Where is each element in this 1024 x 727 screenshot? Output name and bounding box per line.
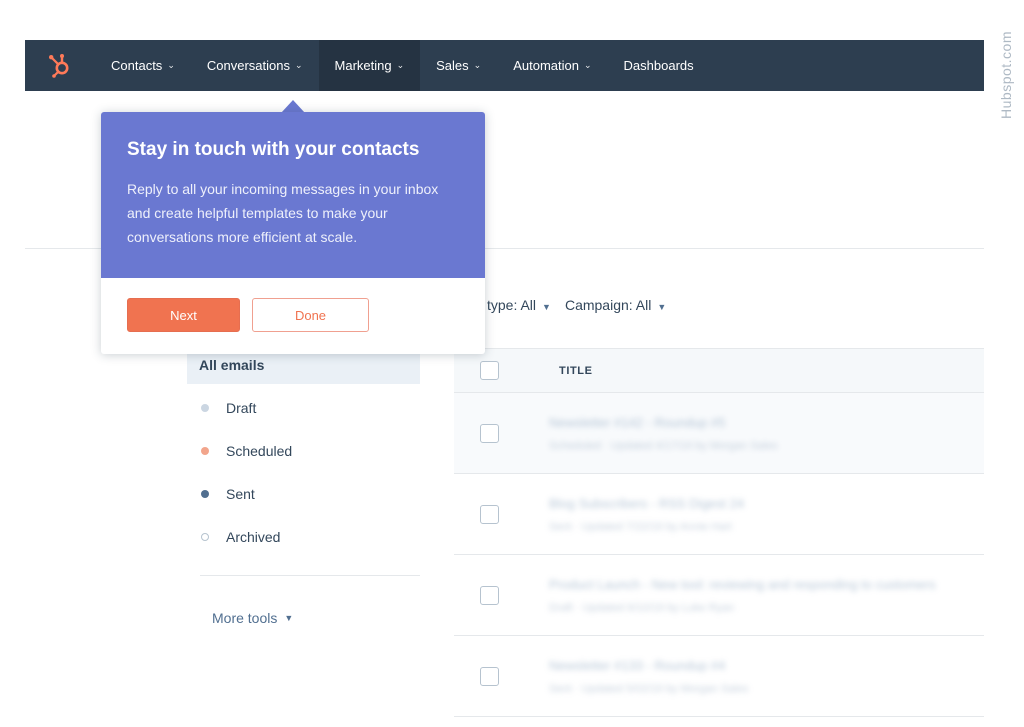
- app-window: Contacts ⌄ Conversations ⌄ Marketing ⌄ S…: [0, 0, 1024, 727]
- row-checkbox[interactable]: [480, 585, 499, 605]
- campaign-filter[interactable]: Campaign: All ▼: [565, 297, 666, 313]
- caret-down-icon: ▼: [284, 613, 294, 623]
- sidebar-divider: [200, 575, 420, 576]
- nav-marketing-label: Marketing: [334, 58, 392, 73]
- popover-actions: Next Done: [101, 278, 485, 332]
- row-title: Blog Subscribers - RSS Digest 24: [549, 495, 745, 511]
- sidebar-item-label: Sent: [226, 485, 255, 502]
- row-title: Newsletter #142 - Roundup #5: [549, 414, 726, 430]
- row-checkbox[interactable]: [480, 423, 499, 443]
- row-meta: Draft · Updated 6/10/19 by Luke Ryan: [549, 601, 735, 614]
- more-tools-label: More tools: [212, 610, 278, 626]
- hubspot-logo[interactable]: [25, 40, 95, 91]
- status-list: Draft Scheduled Sent Archived: [187, 386, 420, 558]
- row-meta: Sent · Updated 5/02/19 by Morgan Sales: [549, 682, 749, 695]
- email-status-sidebar: All emails Draft Scheduled Sent Archived…: [187, 346, 420, 626]
- next-button[interactable]: Next: [127, 298, 240, 332]
- nav-automation[interactable]: Automation ⌄: [497, 40, 607, 91]
- sidebar-item-scheduled[interactable]: Scheduled: [187, 429, 420, 472]
- status-dot-icon: [201, 532, 209, 541]
- select-all-checkbox[interactable]: [480, 361, 499, 380]
- chevron-down-icon: ⌄: [396, 60, 405, 70]
- nav-automation-label: Automation: [513, 58, 579, 73]
- row-content: Blog Subscribers - RSS Digest 24 Sent · …: [549, 496, 744, 533]
- chevron-down-icon: ⌄: [473, 60, 482, 70]
- sidebar-item-label: Draft: [226, 399, 257, 416]
- status-dot-icon: [201, 446, 209, 455]
- sidebar-item-label: Scheduled: [226, 442, 293, 459]
- popover-title: Stay in touch with your contacts: [127, 139, 420, 160]
- nav-sales[interactable]: Sales ⌄: [420, 40, 497, 91]
- nav-contacts[interactable]: Contacts ⌄: [95, 40, 191, 91]
- popover-header: Stay in touch with your contacts Reply t…: [101, 112, 485, 278]
- email-table: TITLE Newsletter #142 - Roundup #5 Sched…: [454, 348, 984, 717]
- filter-bar: l type: All ▼ Campaign: All ▼: [480, 297, 666, 313]
- sidebar-item-sent[interactable]: Sent: [187, 472, 420, 515]
- campaign-filter-label: Campaign: All: [564, 297, 652, 313]
- hubspot-sprocket-icon: [49, 53, 69, 78]
- chevron-down-icon: ⌄: [294, 60, 303, 70]
- done-button[interactable]: Done: [252, 298, 369, 332]
- row-meta: Scheduled · Updated 4/17/19 by Morgan Sa…: [549, 439, 778, 452]
- caret-down-icon: ▼: [657, 302, 667, 312]
- watermark-text: Hubspot.com: [998, 31, 1015, 119]
- row-title: Product Launch - New tool: reviewing and…: [549, 576, 936, 592]
- status-dot-icon: [201, 489, 209, 498]
- table-row[interactable]: Product Launch - New tool: reviewing and…: [454, 555, 984, 636]
- sidebar-item-draft[interactable]: Draft: [187, 386, 420, 429]
- row-meta: Sent · Updated 7/22/19 by Annie Hart: [549, 520, 732, 533]
- table-row[interactable]: Blog Subscribers - RSS Digest 24 Sent · …: [454, 474, 984, 555]
- row-checkbox[interactable]: [480, 666, 499, 686]
- email-type-filter-label: l type: All: [480, 297, 537, 313]
- sidebar-item-label: Archived: [226, 528, 281, 545]
- tour-popover: Stay in touch with your contacts Reply t…: [101, 112, 485, 354]
- row-content: Newsletter #142 - Roundup #5 Scheduled ·…: [549, 415, 778, 452]
- row-content: Product Launch - New tool: reviewing and…: [549, 577, 936, 614]
- nav-conversations-label: Conversations: [206, 58, 290, 73]
- caret-down-icon: ▼: [542, 302, 551, 312]
- row-checkbox[interactable]: [480, 504, 499, 524]
- nav-dashboards-label: Dashboards: [623, 58, 694, 73]
- column-header-title: TITLE: [559, 364, 593, 377]
- table-row[interactable]: Newsletter #133 - Roundup #4 Sent · Upda…: [454, 636, 984, 717]
- row-title: Newsletter #133 - Roundup #4: [549, 657, 726, 673]
- chevron-down-icon: ⌄: [583, 60, 592, 70]
- status-dot-icon: [201, 403, 209, 412]
- popover-body: Reply to all your incoming messages in y…: [127, 181, 439, 245]
- table-header: TITLE: [454, 348, 984, 393]
- row-content: Newsletter #133 - Roundup #4 Sent · Upda…: [549, 658, 748, 695]
- nav-sales-label: Sales: [436, 58, 469, 73]
- chevron-down-icon: ⌄: [167, 60, 175, 70]
- sidebar-item-archived[interactable]: Archived: [187, 515, 420, 558]
- sidebar-item-label: All emails: [199, 357, 265, 373]
- watermark: Hubspot.com: [994, 10, 1018, 140]
- nav-contacts-label: Contacts: [111, 58, 163, 73]
- table-row[interactable]: Newsletter #142 - Roundup #5 Scheduled ·…: [454, 393, 984, 474]
- nav-marketing[interactable]: Marketing ⌄: [318, 40, 421, 91]
- nav-dashboards[interactable]: Dashboards: [608, 40, 710, 91]
- email-type-filter[interactable]: l type: All ▼: [480, 297, 551, 313]
- top-navigation-bar: Contacts ⌄ Conversations ⌄ Marketing ⌄ S…: [25, 40, 984, 91]
- nav-conversations[interactable]: Conversations ⌄: [191, 40, 319, 91]
- more-tools-button[interactable]: More tools ▼: [212, 610, 420, 626]
